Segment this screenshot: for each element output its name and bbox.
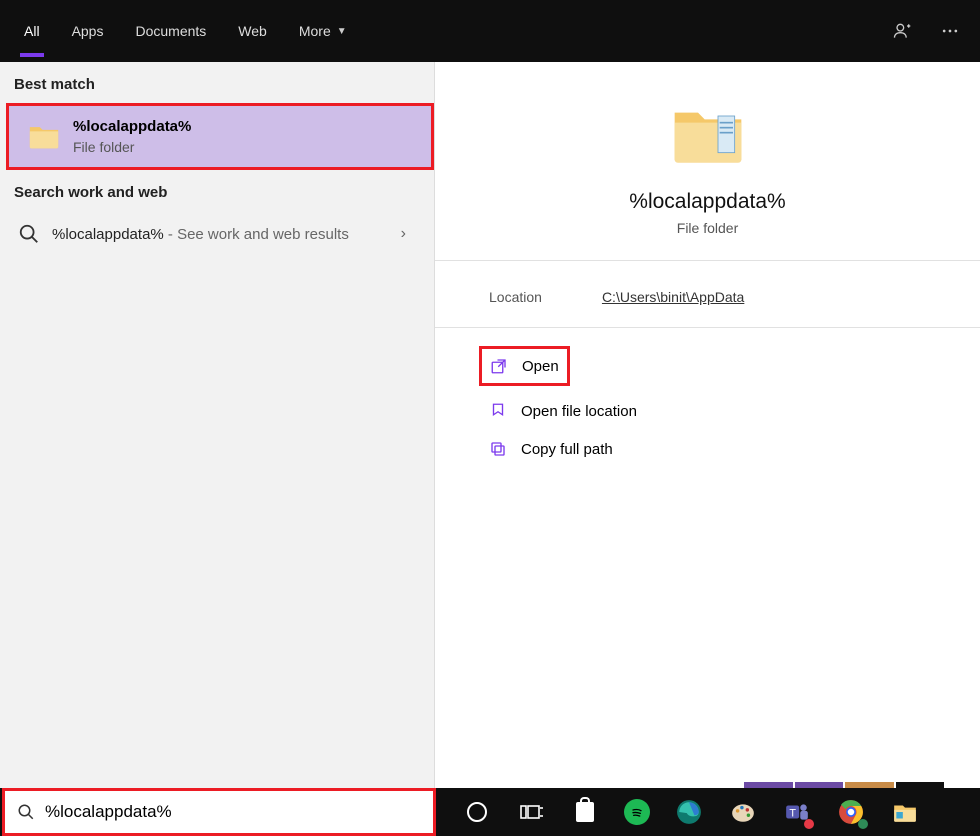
spotify-icon[interactable]	[624, 799, 650, 825]
tab-all[interactable]: All	[20, 5, 44, 57]
best-match-result[interactable]: %localappdata% File folder	[9, 106, 431, 167]
searchbox-highlight	[2, 788, 436, 836]
paint-icon[interactable]	[728, 797, 758, 827]
more-options-icon[interactable]	[940, 21, 960, 41]
search-web-label: Search work and web	[0, 170, 434, 211]
edge-icon[interactable]	[674, 797, 704, 827]
result-title: %localappdata%	[73, 118, 191, 135]
account-icon[interactable]	[892, 21, 912, 41]
folder-icon	[27, 120, 61, 154]
svg-text:T: T	[789, 807, 796, 819]
location-icon	[489, 402, 507, 420]
tab-documents[interactable]: Documents	[131, 5, 210, 57]
preview-title: %localappdata%	[629, 190, 785, 214]
search-input[interactable]	[45, 802, 421, 822]
location-row: Location C:\Users\binit\AppData	[435, 260, 980, 328]
teams-icon[interactable]: T	[782, 797, 812, 827]
open-action[interactable]: Open	[490, 353, 559, 379]
copy-icon	[489, 440, 507, 458]
search-icon	[18, 223, 40, 245]
chevron-down-icon: ▼	[337, 26, 347, 37]
search-filter-tabs: All Apps Documents Web More ▼	[0, 0, 980, 62]
folder-icon	[668, 96, 748, 176]
preview-subtitle: File folder	[677, 220, 738, 236]
best-match-highlight: %localappdata% File folder	[6, 103, 434, 170]
explorer-icon[interactable]	[890, 797, 920, 827]
tab-more[interactable]: More ▼	[295, 5, 351, 57]
web-result-row[interactable]: %localappdata% - See work and web result…	[0, 211, 434, 257]
open-file-location-action[interactable]: Open file location	[489, 392, 926, 430]
tab-apps[interactable]: Apps	[68, 5, 108, 57]
chevron-right-icon: ›	[401, 225, 416, 243]
preview-panel: %localappdata% File folder Location C:\U…	[435, 62, 980, 788]
result-subtitle: File folder	[73, 139, 191, 155]
chrome-icon[interactable]	[836, 797, 866, 827]
cortana-icon[interactable]	[462, 797, 492, 827]
best-match-label: Best match	[0, 62, 434, 103]
taskbar-tray: T	[462, 797, 920, 827]
task-view-icon[interactable]	[516, 797, 546, 827]
results-panel: Best match %localappdata% File folder Se…	[0, 62, 435, 788]
open-icon	[490, 357, 508, 375]
taskbar-searchbox[interactable]	[5, 791, 433, 833]
copy-full-path-action[interactable]: Copy full path	[489, 430, 926, 468]
location-value[interactable]: C:\Users\binit\AppData	[602, 289, 744, 305]
store-icon[interactable]	[570, 797, 600, 827]
taskbar: T	[0, 788, 980, 836]
open-action-highlight: Open	[479, 346, 570, 386]
location-label: Location	[489, 289, 542, 305]
tab-web[interactable]: Web	[234, 5, 271, 57]
web-result-text: %localappdata% - See work and web result…	[52, 226, 349, 243]
search-icon	[17, 803, 35, 821]
